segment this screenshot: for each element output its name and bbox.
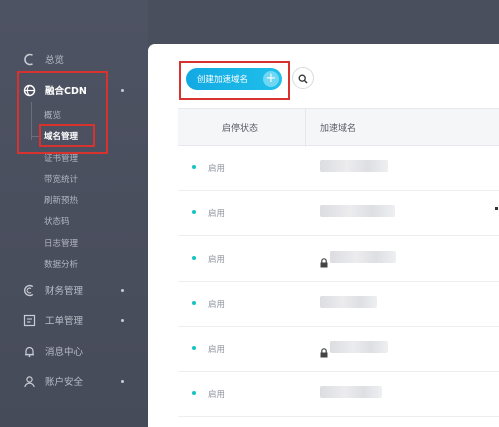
masked-domain[interactable] bbox=[320, 296, 377, 308]
edge-marker bbox=[495, 207, 498, 210]
sidebar: 总览 融合CDN 概览 域名管理 证书管理 带宽统计 刷新预热 状态码 日志管理… bbox=[0, 0, 148, 427]
sub-item-label: 日志管理 bbox=[44, 239, 79, 249]
masked-domain[interactable] bbox=[330, 251, 396, 263]
status-text: 启用 bbox=[208, 345, 226, 355]
table-row[interactable]: 启用 bbox=[178, 191, 499, 236]
sidebar-item-label: 账户安全 bbox=[45, 377, 84, 388]
sub-item-label: 带宽统计 bbox=[44, 175, 79, 185]
column-header-domain[interactable]: 加速域名 bbox=[320, 121, 356, 134]
status-indicator bbox=[192, 301, 196, 305]
sub-item-log-management[interactable]: 日志管理 bbox=[44, 234, 78, 252]
sidebar-item-label: 总览 bbox=[45, 55, 65, 66]
column-divider bbox=[305, 109, 306, 147]
expand-indicator-icon bbox=[121, 318, 124, 322]
ticket-icon bbox=[22, 313, 36, 327]
sidebar-item-finance[interactable]: 财务管理 bbox=[0, 279, 148, 301]
status-text: 启用 bbox=[208, 209, 226, 219]
sub-item-status-code[interactable]: 状态码 bbox=[44, 212, 70, 230]
masked-domain[interactable] bbox=[330, 341, 388, 353]
sidebar-item-message-center[interactable]: 消息中心 bbox=[0, 340, 148, 362]
masked-domain[interactable] bbox=[320, 205, 395, 217]
lock-icon bbox=[320, 253, 328, 268]
search-icon bbox=[298, 69, 308, 88]
table-row[interactable]: 启用 bbox=[178, 282, 499, 327]
sidebar-item-label: 财务管理 bbox=[45, 286, 84, 297]
status-text: 启用 bbox=[208, 164, 226, 174]
highlight-box-create bbox=[179, 61, 290, 100]
sidebar-item-label: 工单管理 bbox=[45, 316, 84, 327]
sub-item-label: 状态码 bbox=[44, 217, 70, 227]
table-row[interactable]: 启用 bbox=[178, 237, 499, 282]
status-indicator bbox=[192, 346, 196, 350]
lock-icon bbox=[320, 343, 328, 358]
table-row[interactable]: 启用 bbox=[178, 372, 499, 417]
expand-indicator-icon bbox=[121, 88, 124, 92]
sidebar-item-ticket[interactable]: 工单管理 bbox=[0, 309, 148, 331]
masked-domain[interactable] bbox=[320, 386, 382, 398]
sidebar-item-label: 消息中心 bbox=[45, 347, 84, 358]
table-header: 启停状态 加速域名 bbox=[178, 108, 499, 147]
status-text: 启用 bbox=[208, 300, 226, 310]
status-indicator bbox=[192, 210, 196, 214]
status-indicator bbox=[192, 256, 196, 260]
status-text: 启用 bbox=[208, 390, 226, 400]
finance-icon bbox=[22, 283, 36, 297]
status-indicator bbox=[192, 165, 196, 169]
status-text: 启用 bbox=[208, 255, 226, 265]
expand-indicator-icon bbox=[121, 379, 124, 383]
search-button[interactable] bbox=[292, 67, 314, 89]
sub-item-refresh-preload[interactable]: 刷新预热 bbox=[44, 191, 78, 209]
sub-item-label: 数据分析 bbox=[44, 260, 79, 270]
sub-item-bandwidth-stats[interactable]: 带宽统计 bbox=[44, 170, 78, 188]
highlight-box-domain-management bbox=[39, 124, 95, 147]
sub-item-data-analysis[interactable]: 数据分析 bbox=[44, 255, 78, 273]
user-icon bbox=[22, 374, 36, 388]
table-row[interactable]: 启用 bbox=[178, 327, 499, 372]
expand-indicator-icon bbox=[121, 288, 124, 292]
sub-item-label: 刷新预热 bbox=[44, 196, 79, 206]
bell-icon bbox=[22, 344, 36, 358]
sidebar-item-overview[interactable]: 总览 bbox=[0, 48, 148, 70]
overview-icon bbox=[22, 52, 36, 66]
column-header-status[interactable]: 启停状态 bbox=[222, 121, 258, 134]
status-indicator bbox=[192, 391, 196, 395]
sidebar-item-account-security[interactable]: 账户安全 bbox=[0, 370, 148, 392]
masked-domain[interactable] bbox=[320, 160, 388, 172]
table-row[interactable]: 启用 bbox=[178, 146, 499, 191]
